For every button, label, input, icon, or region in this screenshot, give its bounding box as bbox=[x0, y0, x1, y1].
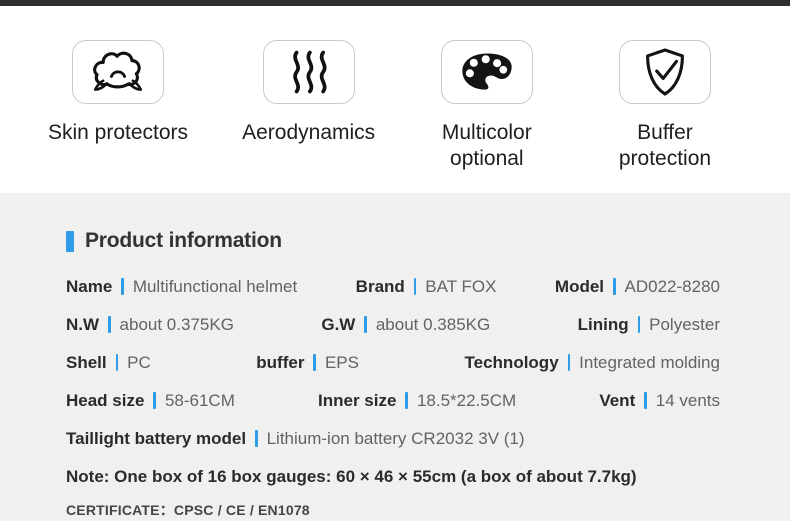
cotton-pad-icon bbox=[72, 40, 164, 104]
spec-lining: Lining Polyester bbox=[578, 315, 720, 334]
spec-label: Taillight battery model bbox=[66, 429, 246, 448]
spec-value: Lithium-ion battery CR2032 3V (1) bbox=[267, 429, 525, 448]
spec-value: about 0.375KG bbox=[120, 315, 234, 334]
spec-brand: Brand BAT FOX bbox=[356, 277, 497, 296]
spec-taillight-battery: Taillight battery model Lithium-ion batte… bbox=[66, 429, 525, 448]
spec-row: NameMultifunctional helmet BrandBAT FOX … bbox=[66, 277, 720, 296]
spec-row: Shell PC buffer EPS Technology Integrated m… bbox=[66, 353, 720, 372]
spec-row: Taillight battery model Lithium-ion batte… bbox=[66, 429, 720, 448]
heading-accent-bar bbox=[66, 231, 74, 252]
spec-head-size: Head size 58-61CM bbox=[66, 391, 235, 410]
separator-bar bbox=[568, 354, 571, 371]
feature-label: Aerodynamics bbox=[224, 120, 394, 146]
spec-value: 14 vents bbox=[656, 391, 720, 410]
spec-label: Lining bbox=[578, 315, 629, 334]
spec-row: N.W about 0.375KG G.W about 0.385KG Lining… bbox=[66, 315, 720, 334]
spec-label: Vent bbox=[599, 391, 635, 410]
spec-value: Polyester bbox=[649, 315, 720, 334]
product-information-section: Product information Name Multifunctional … bbox=[0, 193, 790, 521]
spec-row: Head size 58-61CM Inner size 18.5*22.5CM V… bbox=[66, 391, 720, 410]
separator-bar bbox=[364, 316, 367, 333]
spec-value: PC bbox=[127, 353, 151, 372]
feature-highlights-row: Skin protectors Aerodynamics Multicolor … bbox=[0, 6, 790, 193]
separator-bar bbox=[153, 392, 156, 409]
spec-label: Brand bbox=[356, 277, 405, 296]
spec-gross-weight: G.W about 0.385KG bbox=[321, 315, 490, 334]
spec-label: Name bbox=[66, 277, 112, 296]
separator-bar bbox=[644, 392, 647, 409]
spec-value: AD022-8280 bbox=[625, 277, 720, 296]
spec-label: Head size bbox=[66, 391, 144, 410]
separator-bar bbox=[255, 430, 258, 447]
spec-label: N.W bbox=[66, 315, 99, 334]
spec-label: Technology bbox=[465, 353, 559, 372]
spec-value: Multifunctional helmet bbox=[133, 277, 297, 296]
feature-skin-protectors: Skin protectors bbox=[28, 40, 208, 146]
spec-inner-size: Inner size 18.5*22.5CM bbox=[318, 391, 516, 410]
spec-value: Integrated molding bbox=[579, 353, 720, 372]
section-heading: Product information bbox=[66, 229, 720, 253]
separator-bar bbox=[613, 278, 616, 295]
separator-bar bbox=[116, 354, 119, 371]
feature-buffer-protection: Buffer protection bbox=[580, 40, 750, 172]
separator-bar bbox=[638, 316, 641, 333]
feature-aerodynamics: Aerodynamics bbox=[224, 40, 394, 146]
separator-bar bbox=[108, 316, 111, 333]
feature-label: Multicolor optional bbox=[419, 120, 554, 172]
spec-value: BAT FOX bbox=[425, 277, 496, 296]
certificate-line: CERTIFICATE：CPSC / CE / EN1078 bbox=[66, 500, 720, 520]
spec-label: Model bbox=[555, 277, 604, 296]
feature-label: Skin protectors bbox=[28, 120, 208, 146]
spec-label: G.W bbox=[321, 315, 355, 334]
spec-value: 18.5*22.5CM bbox=[417, 391, 516, 410]
feature-multicolor: Multicolor optional bbox=[409, 40, 564, 172]
packing-note: Note: One box of 16 box gauges: 60 × 46 … bbox=[66, 467, 720, 487]
spec-label: Shell bbox=[66, 353, 107, 372]
spec-buffer: buffer EPS bbox=[256, 353, 359, 372]
spec-label: buffer bbox=[256, 353, 304, 372]
shield-check-icon bbox=[619, 40, 711, 104]
feature-label: Buffer protection bbox=[597, 120, 732, 172]
separator-bar bbox=[313, 354, 316, 371]
spec-technology: Technology Integrated molding bbox=[465, 353, 720, 372]
spec-model: Model AD022-8280 bbox=[555, 277, 720, 296]
separator-bar bbox=[414, 278, 417, 295]
spec-name: Name Multifunctional helmet bbox=[66, 277, 297, 296]
separator-bar bbox=[121, 278, 124, 295]
spec-shell: Shell PC bbox=[66, 353, 151, 372]
spec-value: 58-61CM bbox=[165, 391, 235, 410]
spec-net-weight: N.W about 0.375KG bbox=[66, 315, 234, 334]
palette-icon bbox=[441, 40, 533, 104]
section-title: Product information bbox=[85, 229, 282, 253]
separator-bar bbox=[405, 392, 408, 409]
spec-vent: Vent 14 vents bbox=[599, 391, 720, 410]
airflow-icon bbox=[263, 40, 355, 104]
spec-label: Inner size bbox=[318, 391, 396, 410]
spec-value: EPS bbox=[325, 353, 359, 372]
spec-value: about 0.385KG bbox=[376, 315, 490, 334]
